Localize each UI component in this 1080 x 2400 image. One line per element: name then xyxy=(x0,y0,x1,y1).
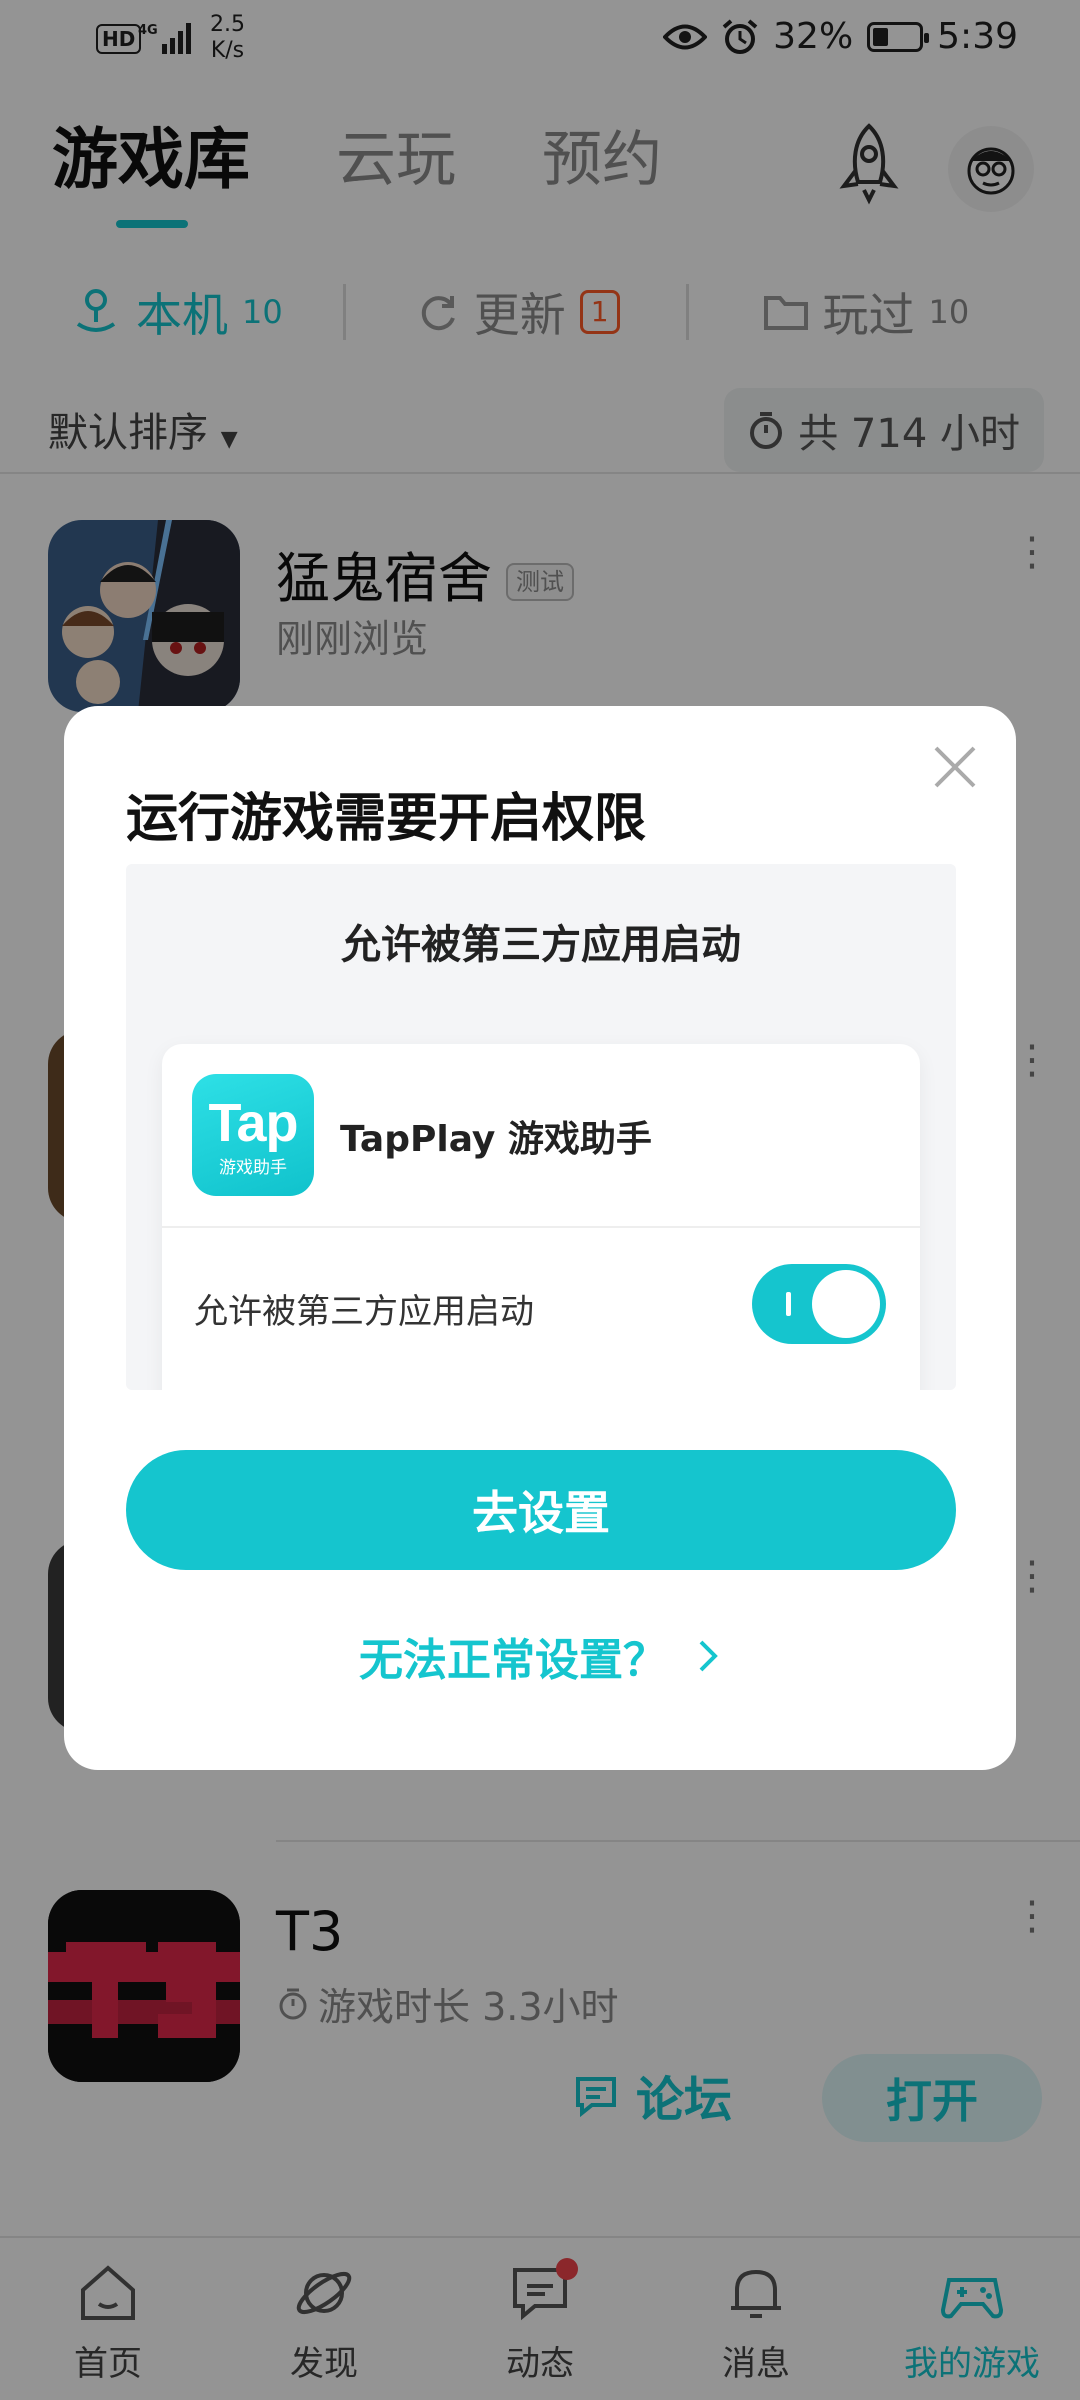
help-link-label: 无法正常设置？ xyxy=(359,1635,667,1686)
logo-subtext: 游戏助手 xyxy=(219,1158,287,1178)
dialog-title: 运行游戏需要开启权限 xyxy=(126,789,647,849)
permission-toggle xyxy=(752,1264,886,1344)
chevron-right-icon xyxy=(699,1640,718,1672)
app-name: TapPlay 游戏助手 xyxy=(340,1119,652,1160)
preview-title: 允许被第三方应用启动 xyxy=(341,922,741,968)
permission-label: 允许被第三方应用启动 xyxy=(194,1292,534,1332)
logo-text: Tap xyxy=(208,1093,299,1153)
go-settings-button[interactable]: 去设置 xyxy=(126,1450,956,1570)
tapplay-logo: Tap 游戏助手 xyxy=(192,1074,314,1196)
permission-dialog: 运行游戏需要开启权限 允许被第三方应用启动 Tap 游戏助手 TapPlay 游… xyxy=(64,706,1016,1770)
close-icon[interactable] xyxy=(930,742,980,792)
settings-preview: 允许被第三方应用启动 Tap 游戏助手 TapPlay 游戏助手 允许被第三方应… xyxy=(126,864,956,1390)
divider xyxy=(162,1226,920,1228)
help-link[interactable]: 无法正常设置？ xyxy=(64,1624,1016,1688)
preview-card: Tap 游戏助手 TapPlay 游戏助手 允许被第三方应用启动 xyxy=(162,1044,920,1390)
